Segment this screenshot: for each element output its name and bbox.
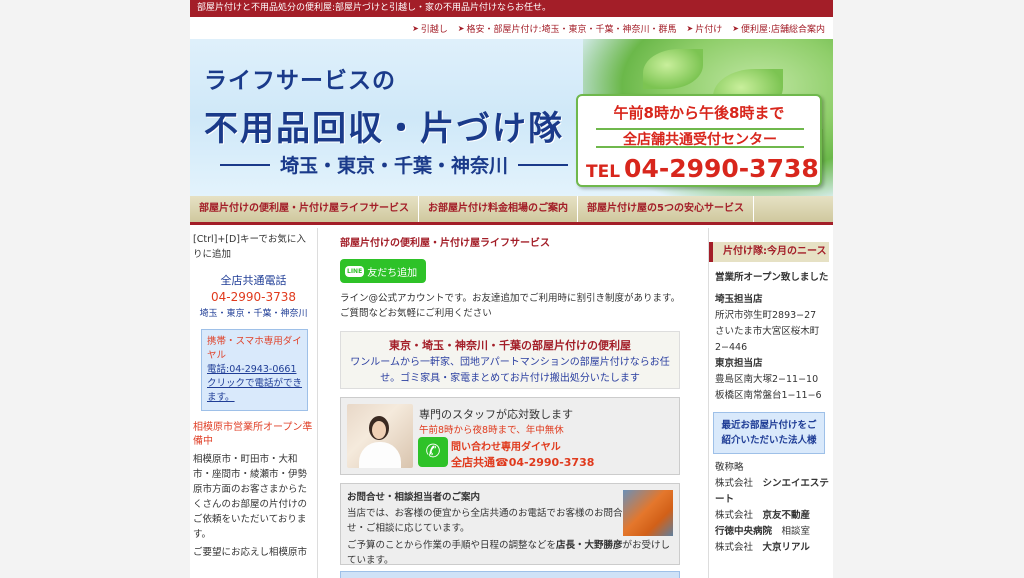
company-prefix: 株式会社: [715, 542, 754, 553]
arrow-icon: ➤: [732, 23, 739, 33]
consultation-text: 当店では、お客様の便宜から全店共通のお電話でお客様のお問合せ・ご相談に応じていま…: [347, 508, 623, 534]
arrow-icon: ➤: [412, 23, 419, 33]
toplink-label: 格安・部屋片付け:埼玉・東京・千葉・神奈川・群馬: [466, 24, 677, 35]
banner-subtitle: ライフサービスの: [204, 68, 396, 94]
service-area-box: 東京・埼玉・神奈川・千葉の部屋片付けの便利屋 ワンルームから一軒家、団地アパート…: [340, 331, 680, 389]
nav-item-services[interactable]: 部屋片付け屋の5つの安心サービス: [578, 196, 754, 222]
sidebar-phone: 全店共通電話 04-2990-3738 埼玉・東京・千葉・神奈川: [193, 272, 314, 321]
arrow-icon: ➤: [457, 23, 465, 33]
tokyo-store: 東京担当店: [715, 358, 763, 369]
consultation-text-2: ご予算のことから作業の手順や日程の調整などを店長・大野勝彦がお受けしています。: [347, 538, 673, 568]
consultation-text-a: ご予算のことから作業の手順や日程の調整などを: [347, 540, 557, 551]
phone-number: TEL 04-2990-3738: [586, 154, 819, 183]
company-name: 相談室: [781, 526, 811, 537]
phone-box[interactable]: 午前8時から午後8時まで 全店舗共通受付センター TEL 04-2990-3738: [576, 94, 822, 187]
toplink-cheap-cleanup[interactable]: ➤ 格安・部屋片付け:埼玉・東京・千葉・神奈川・群馬: [458, 21, 677, 35]
favorite-hint: [Ctrl]+[D]キーでお気に入りに追加: [193, 234, 306, 260]
page-title: 部屋片付けの便利屋・片付け屋ライフサービス: [340, 238, 550, 249]
company-prefix: 株式会社: [715, 478, 754, 489]
line-button-label: 友だち追加: [367, 267, 418, 279]
staff-line-1: 専門のスタッフが応対致します: [419, 408, 573, 421]
staff-phone-number[interactable]: 全店共通☎04-2990-3738: [451, 454, 594, 470]
staff-line-3: 問い合わせ専用ダイヤル: [451, 442, 561, 453]
banner-areas-text: 埼玉・東京・千葉・神奈川: [280, 155, 509, 177]
monthly-news-heading: 片付け隊:今月のニース: [709, 242, 829, 262]
banner-areas: 埼玉・東京・千葉・神奈川: [220, 151, 569, 178]
main-nav: 部屋片付けの便利屋・片付け屋ライフサービス お部屋片付け料金相場のご案内 部屋片…: [190, 196, 833, 225]
page: 部屋片付けと不用品処分の便利屋:部屋片づけと引越し・家の不用品片付けならお任せ。…: [190, 0, 833, 578]
mobile-dial-title: 携帯・スマホ専用ダイヤル: [207, 336, 302, 361]
tel-label: TEL: [586, 162, 621, 182]
nav-item-home[interactable]: 部屋片付けの便利屋・片付け屋ライフサービス: [190, 196, 419, 222]
sidebar-tel-label: 全店共通電話: [220, 274, 287, 287]
company-name: 京友不動産: [762, 510, 811, 521]
top-links: ➤ 引越し ➤ 格安・部屋片付け:埼玉・東京・千葉・神奈川・群馬 ➤ 片付け ➤ 便利屋…: [412, 21, 825, 35]
staff-line-2: 午前8時から夜8時まで、年中無休: [419, 425, 564, 436]
tokyo-address-1: 豊島区南大塚2−11−10: [715, 374, 819, 385]
mobile-dial-box: 携帯・スマホ専用ダイヤル 電話:04-2943-0661クリックで電話ができます…: [201, 329, 308, 411]
toplink-label: 片付け: [695, 24, 723, 35]
manager-photo: [623, 490, 673, 536]
list-item: 株式会社 シンエイエステート: [715, 476, 829, 508]
company-prefix: 行徳中央病院: [715, 526, 773, 537]
right-sidebar: 片付け隊:今月のニース 営業所オープン致しました 埼玉担当店 所沢市弥生町289…: [708, 228, 833, 578]
keisho-note: 敬称略: [715, 462, 744, 473]
business-hours: 午前8時から午後8時まで: [613, 104, 785, 122]
toplink-cleanup[interactable]: ➤ 片付け: [687, 21, 723, 35]
corporate-clients-box: 最近お部屋片付けをご紹介いただいた法人様: [713, 412, 825, 454]
service-area-heading: 東京・埼玉・神奈川・千葉の部屋片付けの便利屋: [389, 339, 631, 352]
next-box: [340, 571, 680, 578]
divider: [220, 163, 270, 166]
sidebar-areas: 埼玉・東京・千葉・神奈川: [199, 309, 308, 319]
banner-title: 不用品回収・片づけ隊: [204, 109, 564, 149]
left-sidebar: [Ctrl]+[D]キーでお気に入りに追加 全店共通電話 04-2990-373…: [190, 228, 318, 578]
company-name: 大京リアル: [762, 542, 810, 553]
sagamihara-news-text: 相模原市・町田市・大和市・座間市・綾瀬市・伊勢原市方面のお客さまからたくさんのお…: [193, 454, 308, 540]
arrow-icon: ➤: [686, 23, 694, 33]
saitama-address-2: さいたま市大宮区桜木町2−446: [715, 326, 820, 353]
saitama-store: 埼玉担当店: [715, 294, 763, 305]
tel-number: 04-2990-3738: [624, 154, 819, 183]
list-item: 株式会社 京友不動産: [715, 508, 829, 524]
company-prefix: 株式会社: [715, 510, 754, 521]
line-icon: LINE: [345, 265, 365, 277]
sagamihara-news-text-2: ご要望にお応えし相模原市: [193, 547, 308, 558]
toplink-moving[interactable]: ➤ 引越し: [412, 21, 448, 35]
manager-name: 店長・大野勝彦: [556, 540, 623, 551]
staff-photo: [347, 404, 413, 468]
phone-icon[interactable]: ✆: [418, 437, 448, 467]
office-opened: 営業所オープン致しました: [715, 272, 829, 283]
tokyo-address-2: 板橋区南常盤台1−11−6: [715, 390, 822, 401]
mobile-dial-link[interactable]: 電話:04-2943-0661クリックで電話ができます。: [207, 363, 302, 405]
line-add-friend-button[interactable]: LINE 友だち追加: [340, 259, 426, 283]
sidebar-tel-number[interactable]: 04-2990-3738: [193, 290, 314, 304]
list-item: 株式会社 大京リアル: [715, 540, 829, 556]
sagamihara-news-title: 相模原市営業所オープン準備中: [193, 422, 313, 447]
toplink-store-guide[interactable]: ➤ 便利屋:店舗総合案内: [732, 21, 825, 35]
toplink-label: 便利屋:店舗総合案内: [740, 24, 825, 35]
service-area-text: ワンルームから一軒家、団地アパートマンションの部屋片付けならお任せ。ゴミ家具・家…: [350, 357, 670, 384]
saitama-address-1: 所沢市弥生町2893−27: [715, 310, 817, 321]
nav-item-pricing[interactable]: お部屋片付け料金相場のご案内: [419, 196, 578, 222]
staff-contact-box: 専門のスタッフが応対致します 午前8時から夜8時まで、年中無休 ✆ 問い合わせ専…: [340, 397, 680, 475]
consultation-box: お問合せ・相談担当者のご案内 当店では、お客様の便宜から全店共通のお電話でお客様…: [340, 483, 680, 568]
top-tagline: 部屋片付けと不用品処分の便利屋:部屋片づけと引越し・家の不用品片付けならお任せ。: [190, 0, 833, 17]
toplink-label: 引越し: [420, 24, 448, 35]
header-banner: ライフサービスの 不用品回収・片づけ隊 埼玉・東京・千葉・神奈川 午前8時から午…: [190, 39, 833, 196]
divider: [518, 163, 569, 166]
list-item: 行徳中央病院 相談室: [715, 524, 829, 540]
corporate-clients-list: 敬称略 株式会社 シンエイエステート 株式会社 京友不動産 行徳中央病院 相談室…: [709, 460, 829, 556]
reception-center: 全店舗共通受付センター: [596, 128, 804, 148]
main-content: 部屋片付けの便利屋・片付け屋ライフサービス LINE 友だち追加 ライン@公式ア…: [340, 228, 686, 578]
line-description: ライン@公式アカウントです。お友達追加でご利用時に割引き制度があります。ご質問な…: [340, 293, 681, 319]
